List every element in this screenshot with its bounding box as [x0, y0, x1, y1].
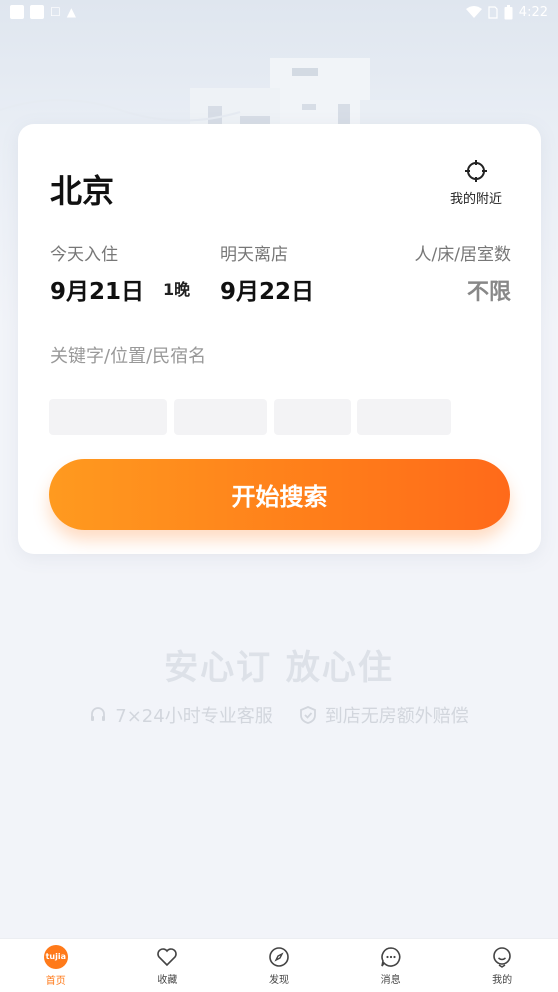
- locate-icon: [465, 160, 487, 182]
- guarantee-compensation-text: 到店无房额外赔偿: [324, 706, 469, 727]
- profile-icon: [493, 946, 511, 968]
- tab-favorites-label: 收藏: [157, 974, 178, 986]
- search-button[interactable]: 开始搜索: [49, 459, 510, 530]
- suggestion-tag[interactable]: [274, 399, 351, 435]
- guarantees: 7×24小时专业客服 到店无房额外赔偿: [0, 702, 558, 728]
- status-bar: ☐ ▲ 4:22: [0, 0, 558, 24]
- chat-icon: [380, 946, 401, 967]
- suggestion-tag[interactable]: [174, 399, 267, 435]
- shield-icon: [299, 706, 316, 724]
- notification-icon: [10, 5, 24, 19]
- status-bar-left: ☐ ▲: [10, 5, 76, 19]
- tab-messages-label: 消息: [380, 974, 401, 986]
- checkout-date: 9月22日: [220, 279, 315, 305]
- headset-icon: [91, 707, 106, 721]
- tab-home-label: 首页: [45, 975, 66, 987]
- heart-icon: [157, 947, 178, 966]
- tujia-logo-icon: tujia: [43, 944, 68, 969]
- guests-label: 人/床/居室数: [414, 245, 511, 265]
- status-bar-right: 4:22: [465, 4, 548, 20]
- suggestion-tag[interactable]: [49, 399, 167, 435]
- guarantee-service: 7×24小时专业客服: [89, 702, 273, 728]
- tab-discover[interactable]: 发现: [223, 939, 335, 992]
- checkin-date: 9月21日: [50, 279, 145, 305]
- download-icon: ▲: [66, 5, 76, 19]
- notification-icon: [30, 5, 44, 19]
- bottom-tab-bar: tujia 首页 收藏 发现 消息 我的: [0, 938, 558, 992]
- tab-messages[interactable]: 消息: [335, 939, 447, 992]
- app-notification-icon: ☐: [50, 5, 61, 19]
- suggestion-tag[interactable]: [357, 399, 451, 435]
- tab-discover-label: 发现: [268, 974, 289, 986]
- guests-value: 不限: [466, 280, 511, 305]
- tab-mine-label: 我的: [492, 974, 513, 986]
- nights-count: 1晚: [163, 280, 191, 299]
- sim-icon: [488, 5, 498, 19]
- battery-icon: [504, 4, 513, 19]
- guarantee-service-text: 7×24小时专业客服: [115, 706, 273, 727]
- tab-mine[interactable]: 我的: [446, 939, 558, 992]
- checkout-label: 明天离店: [220, 245, 288, 265]
- search-card: 北京 我的附近 今天入住 9月21日 1晚 明天离店 9月22日 人/床/居室数…: [18, 124, 541, 554]
- city-selector[interactable]: 北京: [50, 166, 114, 212]
- keyword-input[interactable]: 关键字/位置/民宿名: [50, 342, 206, 368]
- tab-favorites[interactable]: 收藏: [112, 939, 224, 992]
- guarantee-compensation: 到店无房额外赔偿: [299, 702, 469, 728]
- nearby-button[interactable]: 我的附近: [441, 160, 511, 207]
- clock: 4:22: [518, 4, 548, 20]
- slogan: 安心订 放心住: [164, 648, 394, 688]
- nearby-label: 我的附近: [449, 192, 502, 207]
- wifi-icon: [465, 6, 482, 18]
- checkin-label: 今天入住: [50, 245, 118, 265]
- tab-home[interactable]: tujia 首页: [0, 939, 112, 992]
- compass-icon: [269, 946, 289, 967]
